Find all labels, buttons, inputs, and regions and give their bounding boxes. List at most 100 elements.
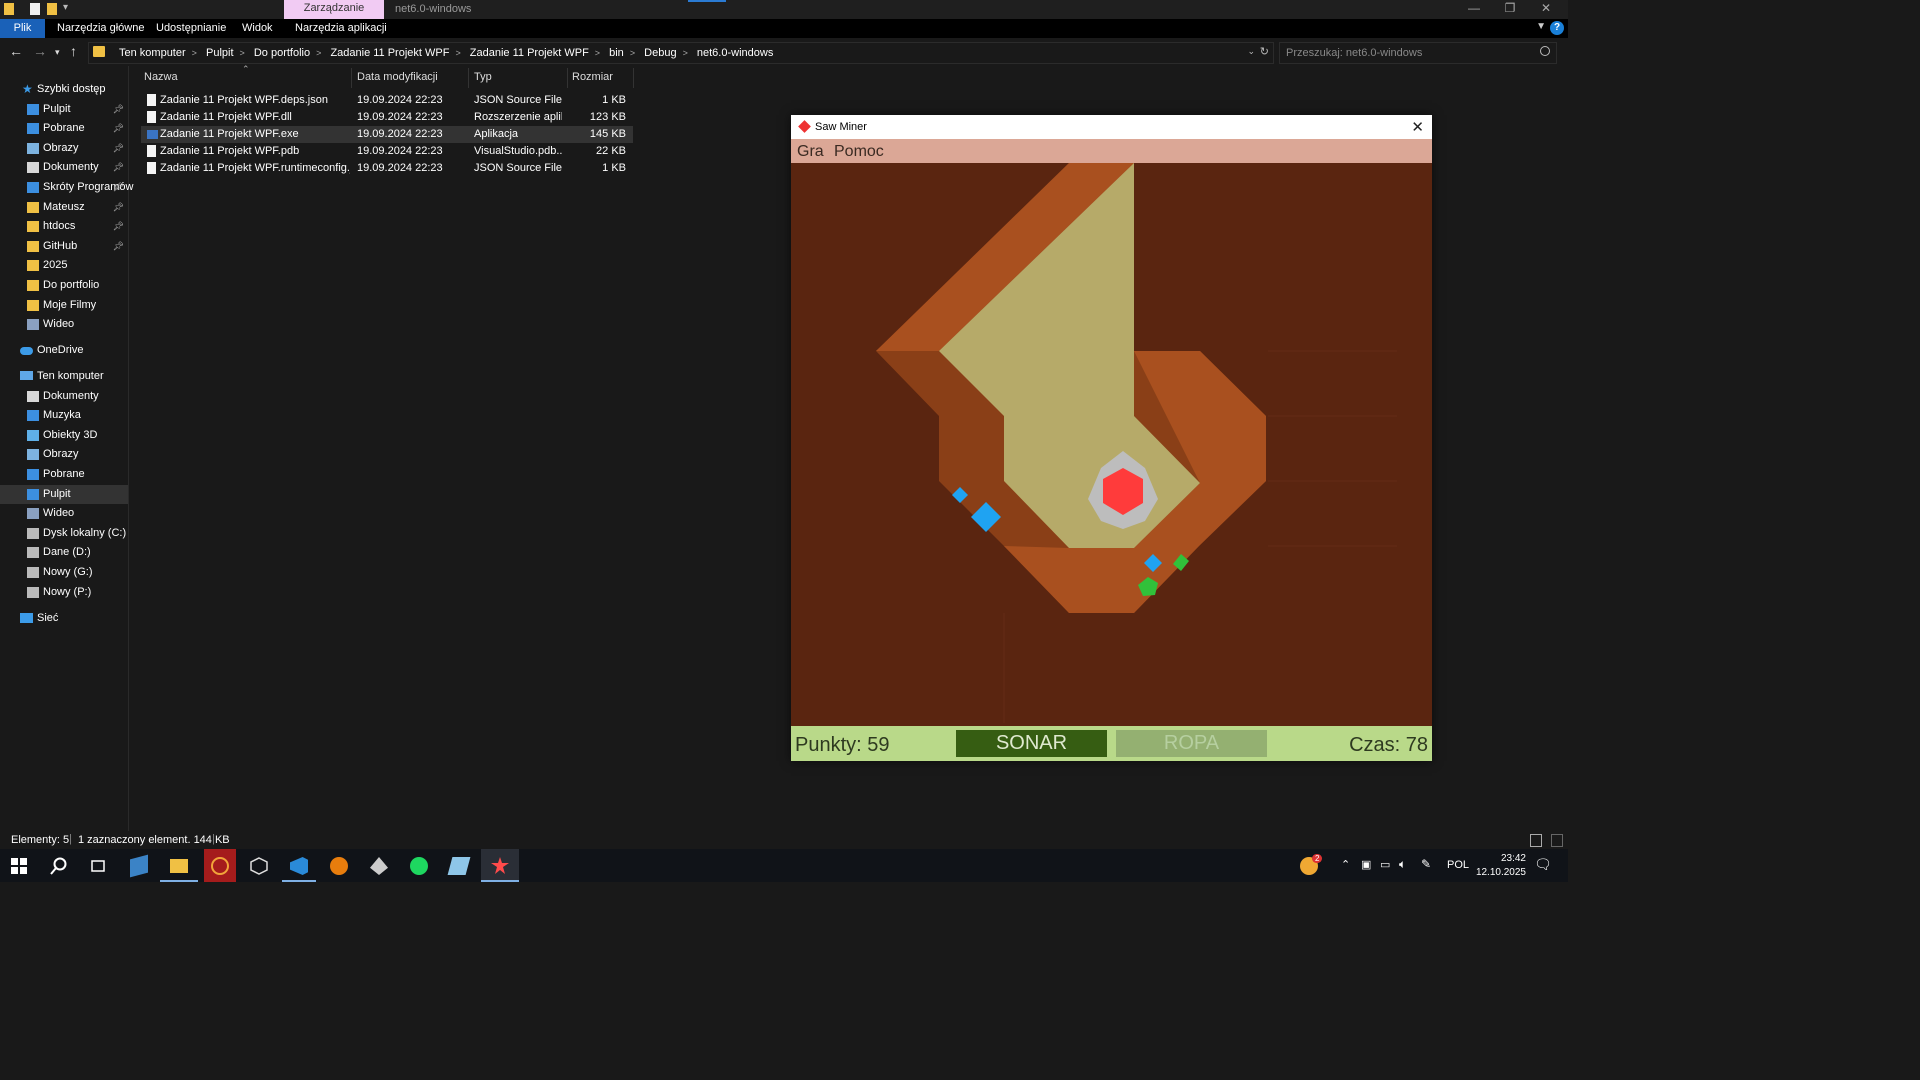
pin-icon[interactable]: 📌︎ (113, 241, 124, 252)
nav-this-pc[interactable]: Ten komputer (0, 367, 128, 386)
pin-icon[interactable]: 📌︎ (113, 123, 124, 134)
nav-network[interactable]: Sieć (0, 609, 128, 628)
sidebar-item-dysk-lokalny-c-[interactable]: Dysk lokalny (C:) (0, 524, 128, 543)
column-header-size[interactable]: Rozmiar (572, 71, 613, 83)
network-icon[interactable]: ▭ (1380, 858, 1390, 871)
sidebar-item-pulpit[interactable]: Pulpit 📌︎ (0, 100, 128, 119)
breadcrumb-item[interactable]: Pulpit (206, 47, 234, 59)
column-header-date[interactable]: Data modyfikacji (357, 71, 438, 83)
column-divider[interactable] (633, 68, 634, 88)
pen-icon[interactable]: ✎ (1421, 857, 1431, 871)
tab-file[interactable]: Plik (0, 19, 45, 38)
sidebar-item-wideo[interactable]: Wideo (0, 315, 128, 334)
sidebar-item-wideo[interactable]: Wideo (0, 504, 128, 523)
forward-arrow-icon[interactable]: → (33, 43, 47, 59)
column-divider[interactable] (468, 68, 469, 88)
restore-icon[interactable]: ❐ (1495, 1, 1525, 15)
file-row[interactable]: Zadanie 11 Projekt WPF.runtimeconfig.js.… (141, 160, 633, 177)
vscode-icon[interactable] (290, 857, 308, 875)
sidebar-item-2025[interactable]: 2025 (0, 256, 128, 275)
pin-icon[interactable]: 📌︎ (113, 221, 124, 232)
breadcrumb-item[interactable]: bin (609, 47, 624, 59)
remote-app-icon[interactable] (130, 854, 148, 878)
sidebar-item-pobrane[interactable]: Pobrane 📌︎ (0, 119, 128, 138)
recent-locations-icon[interactable]: ▾ (55, 47, 60, 58)
sidebar-item-nowy-g-[interactable]: Nowy (G:) (0, 563, 128, 582)
record-app-icon[interactable] (211, 857, 229, 875)
column-header-name[interactable]: Nazwa (144, 71, 178, 83)
sonar-button[interactable]: SONAR (956, 730, 1107, 757)
properties-icon[interactable] (30, 3, 40, 15)
breadcrumb-item[interactable]: Zadanie 11 Projekt WPF (470, 47, 589, 59)
sidebar-item-obrazy[interactable]: Obrazy (0, 445, 128, 464)
file-row[interactable]: Zadanie 11 Projekt WPF.pdb 19.09.2024 22:… (141, 143, 633, 160)
sidebar-item-dokumenty[interactable]: Dokumenty (0, 387, 128, 406)
file-row[interactable]: Zadanie 11 Projekt WPF.exe 19.09.2024 22:… (141, 126, 633, 143)
sidebar-item-dokumenty[interactable]: Dokumenty 📌︎ (0, 158, 128, 177)
pin-icon[interactable]: 📌︎ (113, 162, 124, 173)
spotify-icon[interactable] (410, 857, 428, 875)
new-folder-icon[interactable] (47, 3, 57, 15)
breadcrumb-item[interactable]: Zadanie 11 Projekt WPF (330, 47, 449, 59)
pin-icon[interactable]: 📌︎ (113, 143, 124, 154)
sidebar-item-moje-filmy[interactable]: Moje Filmy (0, 296, 128, 315)
sidebar-item-muzyka[interactable]: Muzyka (0, 406, 128, 425)
tab-home[interactable]: Narzędzia główne (57, 22, 144, 34)
tab-app-tools[interactable]: Narzędzia aplikacji (295, 22, 387, 34)
breadcrumb-item[interactable]: Ten komputer (119, 47, 186, 59)
sidebar-item-nowy-p-[interactable]: Nowy (P:) (0, 583, 128, 602)
breadcrumb-item[interactable]: Debug (644, 47, 676, 59)
tab-share[interactable]: Udostępnianie (156, 22, 226, 34)
unity-icon[interactable] (250, 857, 268, 875)
nav-onedrive[interactable]: OneDrive (0, 341, 128, 360)
menu-game[interactable]: Gra (797, 143, 824, 161)
pin-icon[interactable]: 📌︎ (113, 202, 124, 213)
up-arrow-icon[interactable]: ↑ (70, 43, 77, 59)
sidebar-item-skróty-programów[interactable]: Skróty Programów 📌︎ (0, 178, 133, 197)
context-tab-manage[interactable]: Zarządzanie (284, 0, 384, 19)
volume-icon[interactable]: 🔈︎ (1399, 857, 1406, 872)
game-board[interactable] (791, 163, 1432, 726)
sidebar-item-pobrane[interactable]: Pobrane (0, 465, 128, 484)
search-icon[interactable] (50, 857, 68, 875)
column-divider[interactable] (567, 68, 568, 88)
tab-view[interactable]: Widok (242, 22, 273, 34)
sidebar-item-do-portfolio[interactable]: Do portfolio (0, 276, 128, 295)
expand-ribbon-icon[interactable]: ▼ (1536, 21, 1546, 32)
clock[interactable]: 23:42 12.10.2025 (1474, 852, 1526, 880)
column-divider[interactable] (351, 68, 352, 88)
path-dropdown-icon[interactable]: ⌄ (1247, 46, 1255, 57)
pin-icon[interactable]: 📌︎ (113, 104, 124, 115)
large-icons-view-icon[interactable] (1551, 834, 1563, 847)
column-header-type[interactable]: Typ (474, 71, 492, 83)
tray-overflow-icon[interactable]: ⌃ (1341, 858, 1350, 871)
sidebar-item-obrazy[interactable]: Obrazy 📌︎ (0, 139, 128, 158)
file-row[interactable]: Zadanie 11 Projekt WPF.dll 19.09.2024 22:… (141, 109, 633, 126)
saw-miner-taskbar-icon[interactable] (491, 857, 509, 875)
oil-button[interactable]: ROPA (1116, 730, 1267, 757)
close-icon[interactable]: ✕ (1531, 1, 1561, 15)
notes-app-icon[interactable] (447, 857, 471, 875)
nav-quick-access[interactable]: ★ Szybki dostęp (0, 80, 128, 99)
details-view-icon[interactable] (1530, 834, 1542, 847)
sidebar-item-obiekty-3d[interactable]: Obiekty 3D (0, 426, 128, 445)
close-icon[interactable]: ✕ (1411, 118, 1424, 136)
blender-icon[interactable] (330, 857, 348, 875)
help-icon[interactable]: ? (1550, 21, 1564, 35)
notifications-icon[interactable]: 🗨︎ (1534, 856, 1552, 873)
refresh-icon[interactable]: ↻ (1260, 45, 1269, 58)
sidebar-item-mateusz[interactable]: Mateusz 📌︎ (0, 198, 128, 217)
sidebar-item-htdocs[interactable]: htdocs 📌︎ (0, 217, 128, 236)
sidebar-item-github[interactable]: GitHub 📌︎ (0, 237, 128, 256)
breadcrumb-item[interactable]: Do portfolio (254, 47, 310, 59)
back-arrow-icon[interactable]: ← (9, 43, 23, 59)
quick-access-dropdown-icon[interactable]: ▾ (63, 2, 68, 13)
breadcrumb-item[interactable]: net6.0-windows (697, 47, 773, 59)
sidebar-item-dane-d-[interactable]: Dane (D:) (0, 543, 128, 562)
pin-icon[interactable]: 📌︎ (113, 182, 124, 193)
menu-help[interactable]: Pomoc (834, 143, 884, 161)
file-row[interactable]: Zadanie 11 Projekt WPF.deps.json 19.09.20… (141, 92, 633, 109)
search-input[interactable]: Przeszukaj: net6.0-windows (1279, 42, 1557, 64)
language-indicator[interactable]: POL (1447, 859, 1469, 871)
meet-now-icon[interactable]: ▣ (1361, 858, 1371, 871)
